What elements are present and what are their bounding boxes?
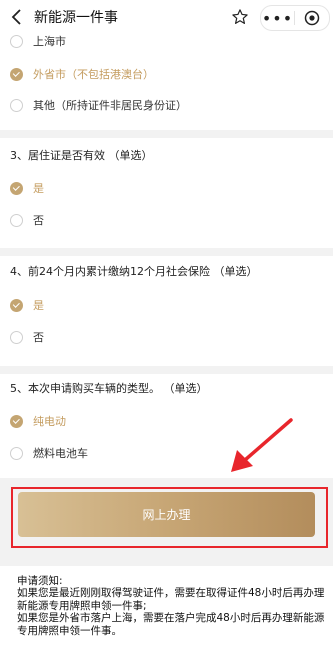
more-icon[interactable]: ••• bbox=[261, 6, 294, 30]
notice-heading: 申请须知: bbox=[17, 575, 63, 587]
option-label: 外省市（不包括港澳台） bbox=[33, 68, 154, 81]
option-label: 否 bbox=[33, 331, 44, 344]
option-q3-yes[interactable]: 是 bbox=[10, 178, 44, 198]
radio-icon[interactable] bbox=[10, 446, 23, 460]
page-title: 新能源一件事 bbox=[34, 10, 118, 26]
close-target-icon[interactable] bbox=[295, 6, 328, 30]
option-label: 其他（所持证件非居民身份证） bbox=[33, 99, 187, 112]
section-divider bbox=[0, 366, 333, 374]
option-q5-bev[interactable]: 纯电动 bbox=[10, 411, 66, 431]
mini-program-capsule: ••• bbox=[260, 5, 330, 31]
option-q5-fuel-cell[interactable]: 燃料电池车 bbox=[10, 443, 88, 463]
option-q4-no[interactable]: 否 bbox=[10, 327, 44, 347]
section-divider bbox=[0, 130, 333, 138]
option-label: 上海市 bbox=[33, 35, 66, 48]
radio-icon[interactable] bbox=[10, 34, 23, 48]
option-label: 是 bbox=[33, 299, 44, 312]
radio-icon[interactable] bbox=[10, 213, 23, 227]
question-title-q4: 4、前24个月内累计缴纳12个月社会保险 （单选） bbox=[10, 265, 258, 278]
option-shanghai[interactable]: 上海市 bbox=[10, 31, 66, 51]
option-other-province[interactable]: 外省市（不包括港澳台） bbox=[10, 64, 154, 84]
option-label: 否 bbox=[33, 214, 44, 227]
annotation-arrow-icon bbox=[231, 418, 293, 472]
radio-icon[interactable] bbox=[10, 330, 23, 344]
question-title-q5: 5、本次申请购买车辆的类型。 （单选） bbox=[10, 382, 208, 395]
radio-checked-icon[interactable] bbox=[10, 67, 23, 81]
radio-checked-icon[interactable] bbox=[10, 414, 23, 428]
option-other-id[interactable]: 其他（所持证件非居民身份证） bbox=[10, 95, 187, 115]
option-q4-yes[interactable]: 是 bbox=[10, 295, 44, 315]
option-label: 纯电动 bbox=[33, 415, 66, 428]
back-arrow-icon[interactable] bbox=[6, 6, 28, 28]
star-icon[interactable] bbox=[229, 6, 251, 28]
radio-icon[interactable] bbox=[10, 98, 23, 112]
radio-checked-icon[interactable] bbox=[10, 298, 23, 312]
option-label: 燃料电池车 bbox=[33, 447, 88, 460]
application-notice: 申请须知: 如果您是最近刚刚取得驾驶证件，需要在取得证件48小时后再办理新能源专… bbox=[0, 566, 333, 657]
question-title-q3: 3、居住证是否有效 （单选） bbox=[10, 149, 153, 162]
notice-line-1: 如果您是最近刚刚取得驾驶证件，需要在取得证件48小时后再办理新能源专用牌照申领一… bbox=[17, 587, 325, 612]
radio-checked-icon[interactable] bbox=[10, 181, 23, 195]
notice-line-2: 如果您是外省市落户上海，需要在落户完成48小时后再办理新能源专用牌照申领一件事。 bbox=[17, 612, 325, 637]
option-label: 是 bbox=[33, 182, 44, 195]
section-divider bbox=[0, 248, 333, 256]
submit-online-button[interactable]: 网上办理 bbox=[18, 492, 315, 537]
option-q3-no[interactable]: 否 bbox=[10, 210, 44, 230]
